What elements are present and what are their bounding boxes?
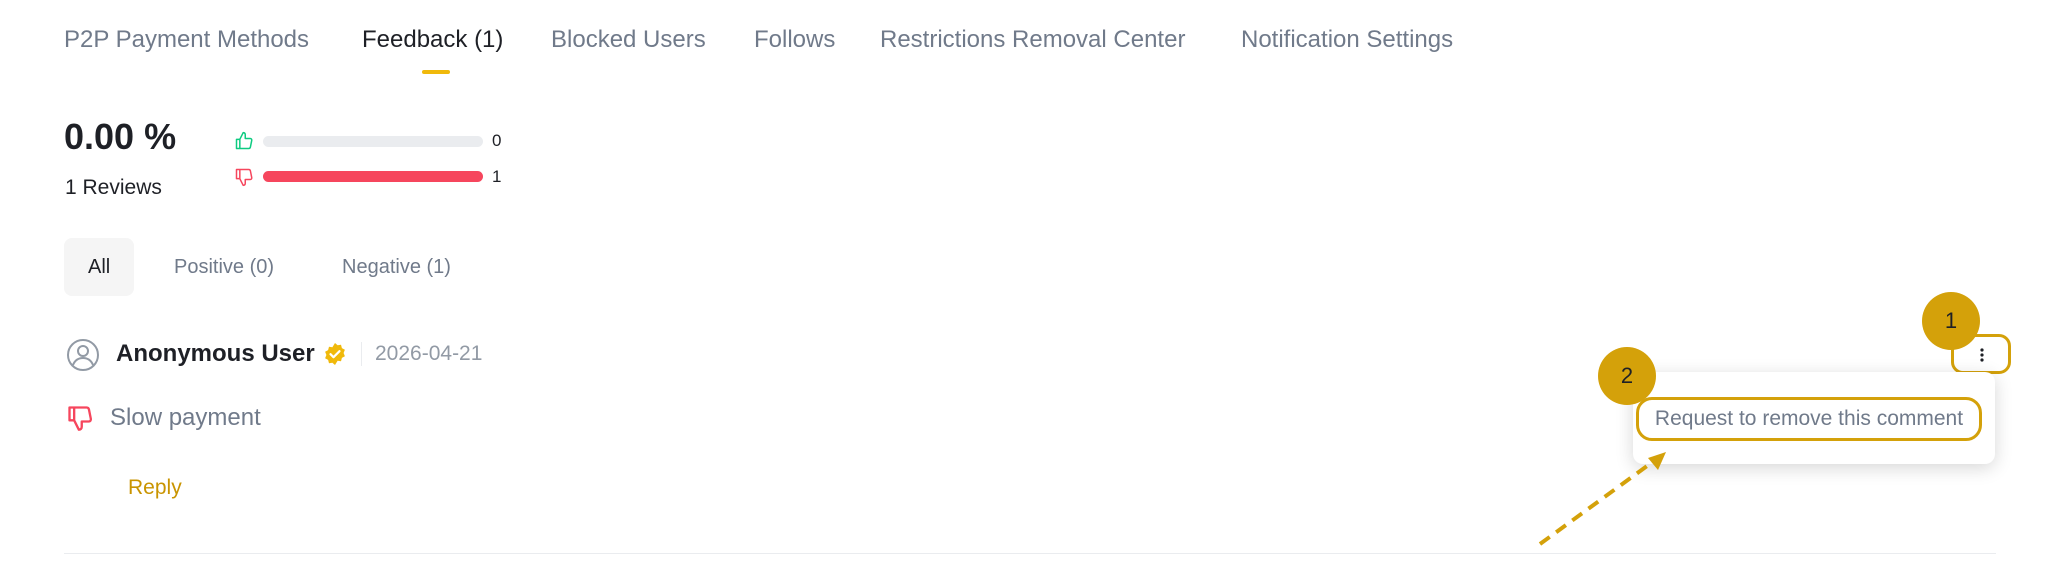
more-vertical-icon <box>1980 348 1984 362</box>
tab-p2p-payment-methods[interactable]: P2P Payment Methods <box>64 26 309 54</box>
tab-feedback[interactable]: Feedback (1) <box>362 26 503 54</box>
reply-link[interactable]: Reply <box>128 476 182 500</box>
thumbs-down-icon <box>235 168 253 187</box>
user-avatar-icon <box>67 339 99 371</box>
reviewer-name: Anonymous User <box>116 340 315 367</box>
reviews-count: 1 Reviews <box>65 176 162 199</box>
dashed-arrow-icon <box>1538 452 1666 546</box>
step-marker-1: 1 <box>1922 292 1980 350</box>
request-remove-comment-item[interactable]: Request to remove this comment <box>1636 397 1982 441</box>
tab-blocked-users[interactable]: Blocked Users <box>551 26 706 54</box>
positive-rate: 0.00 % <box>64 116 177 157</box>
tab-follows[interactable]: Follows <box>754 26 835 54</box>
positive-bar <box>263 136 483 147</box>
negative-bar <box>263 171 483 182</box>
thumbs-down-icon <box>68 406 93 431</box>
filter-negative[interactable]: Negative (1) <box>318 238 475 296</box>
step-marker-2: 2 <box>1598 347 1656 405</box>
negative-count: 1 <box>492 167 502 186</box>
tab-notification-settings[interactable]: Notification Settings <box>1241 26 1453 54</box>
verified-badge-icon <box>325 343 345 365</box>
thumbs-up-icon <box>235 131 253 150</box>
filter-all[interactable]: All <box>64 238 135 296</box>
comment-options-menu: Request to remove this comment <box>1633 372 1995 464</box>
review-comment: Slow payment <box>110 404 261 431</box>
name-date-separator <box>361 342 362 366</box>
positive-count: 0 <box>492 131 502 150</box>
negative-bar-fill <box>263 171 483 182</box>
review-divider <box>64 553 1996 554</box>
filter-positive[interactable]: Positive (0) <box>150 238 298 296</box>
tab-restrictions-removal-center[interactable]: Restrictions Removal Center <box>880 26 1185 54</box>
review-date: 2026-04-21 <box>375 342 483 365</box>
active-tab-indicator <box>422 70 450 74</box>
